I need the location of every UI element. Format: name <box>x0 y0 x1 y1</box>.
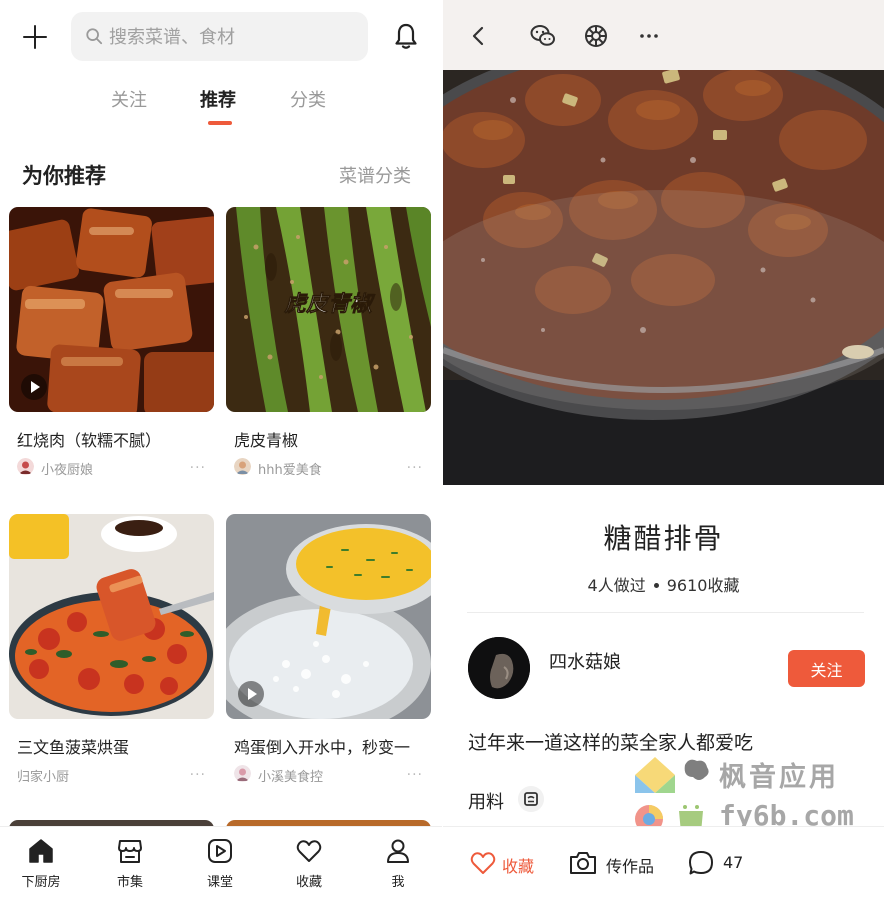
shop-icon <box>118 840 142 863</box>
favorite-label: 收藏 <box>502 857 535 876</box>
recipe-stats: 4人做过 9610收藏 <box>443 572 884 596</box>
more-options-icon[interactable]: ··· <box>407 767 423 783</box>
recipe-author-row: 小溪美食控 ··· <box>234 765 431 785</box>
author-avatar[interactable] <box>234 765 251 782</box>
recipe-thumbnail[interactable]: 虎皮青椒 <box>226 207 431 412</box>
upload-work-label: 传作品 <box>606 857 655 876</box>
back-arrow-icon[interactable] <box>465 22 493 50</box>
search-box[interactable] <box>71 12 368 61</box>
upload-work-button[interactable]: 传作品 <box>568 849 668 879</box>
comment-button[interactable]: 47 <box>687 849 757 879</box>
more-options-icon[interactable] <box>635 22 663 50</box>
search-icon <box>86 28 103 45</box>
watermark-text: 枫音应用 <box>719 762 839 793</box>
recipe-thumbnail[interactable] <box>9 207 214 412</box>
author-name[interactable]: 小溪美食控 <box>258 766 323 785</box>
divider <box>467 612 864 613</box>
favorite-count: 9610收藏 <box>666 576 740 595</box>
author-avatar[interactable] <box>468 637 530 699</box>
separator-dot <box>653 582 659 588</box>
more-options-icon[interactable]: ··· <box>407 460 423 476</box>
heart-icon <box>296 840 322 862</box>
video-play-icon <box>238 681 264 707</box>
scale-icon[interactable] <box>518 786 544 812</box>
author-name[interactable]: 小夜厨娘 <box>41 459 93 478</box>
recipe-title[interactable]: 鸡蛋倒入开水中，秒变一 <box>234 734 434 758</box>
video-play-icon <box>21 374 47 400</box>
recipe-title: 糖醋排骨 <box>603 522 724 555</box>
feed-tabs: 关注 推荐 分类 <box>0 82 442 128</box>
tab-recommend[interactable]: 推荐 <box>200 86 236 112</box>
tab-follow[interactable]: 关注 <box>111 86 147 112</box>
recipe-author-row: hhh爱美食 ··· <box>234 458 431 478</box>
more-options-icon[interactable]: ··· <box>190 460 206 476</box>
recipe-description: 过年来一道这样的菜全家人都爱吃 <box>468 732 754 754</box>
author-name[interactable]: 归家小厨 <box>17 766 69 785</box>
recipe-title[interactable]: 红烧肉（软糯不腻） <box>17 427 217 451</box>
ingredients-heading: 用料 <box>468 792 504 813</box>
bottom-navigation: 下厨房 市集 课堂 收藏 我 <box>0 826 442 901</box>
comment-count: 47 <box>723 853 744 872</box>
bell-icon[interactable] <box>393 22 419 50</box>
author-name[interactable]: 四水菇娘 <box>549 648 621 674</box>
add-icon[interactable] <box>22 24 48 50</box>
recipe-detail-screen: 糖醋排骨 4人做过 9610收藏 四水菇娘 关注 过年来一道这样的菜全家人都爱吃 … <box>443 0 884 901</box>
person-icon <box>387 839 409 863</box>
wechat-icon[interactable] <box>529 22 557 50</box>
home-icon <box>29 839 53 863</box>
recipe-category-link[interactable]: 菜谱分类 <box>339 162 411 188</box>
top-bar <box>0 0 442 70</box>
heart-icon <box>470 852 496 874</box>
recipe-feed-screen: 关注 推荐 分类 为你推荐 菜谱分类 红烧肉（软糯不腻） <box>0 0 442 901</box>
tab-category[interactable]: 分类 <box>290 86 326 112</box>
camera-icon <box>570 852 596 874</box>
nav-item-me[interactable]: 我 <box>368 837 428 890</box>
nav-item-market[interactable]: 市集 <box>100 837 160 890</box>
recipe-thumbnail[interactable] <box>9 514 214 719</box>
nav-item-classroom[interactable]: 课堂 <box>190 837 250 890</box>
recipe-hero-image <box>443 0 884 485</box>
recipe-author-row: 归家小厨 ··· <box>17 765 214 785</box>
search-input[interactable] <box>109 22 349 52</box>
recipe-title[interactable]: 虎皮青椒 <box>234 427 434 451</box>
author-avatar[interactable] <box>234 458 251 475</box>
recipe-author-row: 小夜厨娘 ··· <box>17 458 214 478</box>
nav-label: 市集 <box>116 875 143 890</box>
follow-button[interactable]: 关注 <box>788 650 865 687</box>
active-tab-indicator <box>208 121 232 125</box>
play-square-icon <box>208 839 232 863</box>
more-options-icon[interactable]: ··· <box>190 767 206 783</box>
detail-top-bar <box>443 0 884 70</box>
section-title: 为你推荐 <box>22 164 106 188</box>
comment-icon <box>689 851 713 875</box>
author-avatar[interactable] <box>17 458 34 475</box>
author-name[interactable]: hhh爱美食 <box>258 459 322 478</box>
recipe-title[interactable]: 三文鱼菠菜烘蛋 <box>17 734 217 758</box>
nav-label: 收藏 <box>295 875 322 890</box>
nav-label: 下厨房 <box>21 875 61 890</box>
nav-item-home[interactable]: 下厨房 <box>11 837 71 890</box>
action-bar: 收藏 传作品 47 <box>443 826 884 901</box>
favorite-button[interactable]: 收藏 <box>469 849 549 879</box>
nav-label: 我 <box>391 875 405 890</box>
thumbnail-overlay-text: 虎皮青椒 <box>284 292 376 317</box>
nav-item-favorites[interactable]: 收藏 <box>279 837 339 890</box>
moments-icon[interactable] <box>582 22 610 50</box>
made-count: 4人做过 <box>587 576 646 595</box>
recipe-thumbnail[interactable] <box>226 514 431 719</box>
nav-label: 课堂 <box>206 875 233 890</box>
